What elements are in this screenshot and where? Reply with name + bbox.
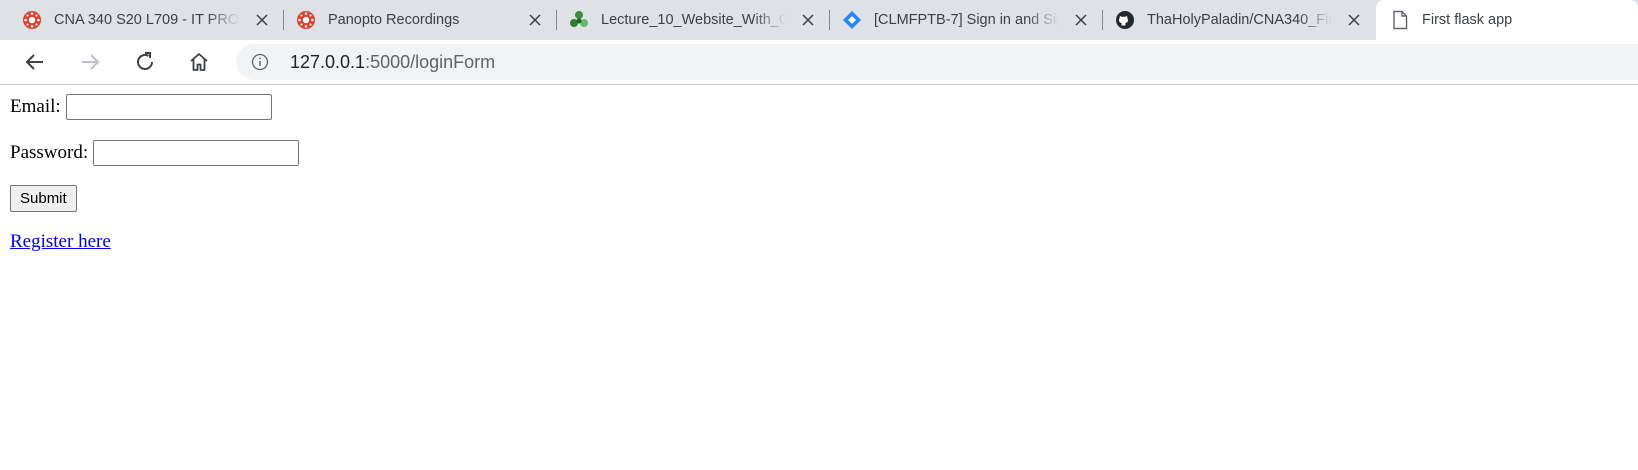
password-row: Password: — [10, 140, 300, 166]
tab-title: Lecture_10_Website_With_Charts — [601, 12, 786, 28]
submit-button[interactable]: Submit — [10, 185, 77, 212]
register-link[interactable]: Register here — [10, 231, 111, 253]
tab-title: Panopto Recordings — [328, 12, 460, 28]
email-row: Email: — [10, 94, 272, 120]
info-icon[interactable] — [250, 52, 270, 72]
tab-panopto[interactable]: Panopto Recordings — [284, 0, 557, 40]
email-field[interactable] — [65, 94, 272, 120]
address-bar[interactable]: 127.0.0.1:5000/loginForm — [236, 44, 1638, 80]
url-text[interactable]: 127.0.0.1:5000/loginForm — [290, 51, 495, 73]
back-arrow-icon[interactable] — [19, 46, 51, 78]
tab-title: [CLMFPTB-7] Sign in and Sign up — [874, 12, 1059, 28]
document-icon — [1390, 10, 1410, 30]
page-content: Email: Password: Submit Register here — [0, 85, 1638, 470]
forward-arrow-icon[interactable] — [74, 46, 106, 78]
tab-jira[interactable]: [CLMFPTB-7] Sign in and Sign up — [830, 0, 1103, 40]
tab-strip: CNA 340 S20 L709 - IT PROJECT Panopto Re… — [0, 0, 1638, 40]
password-field[interactable] — [93, 140, 300, 166]
tab-github[interactable]: ThaHolyPaladin/CNA340_Final — [1103, 0, 1376, 40]
close-tab-icon[interactable] — [1346, 12, 1362, 28]
tab-title: CNA 340 S20 L709 - IT PROJECT — [54, 12, 240, 28]
tab-title: First flask app — [1422, 12, 1513, 28]
close-tab-icon[interactable] — [1073, 12, 1089, 28]
close-tab-icon[interactable] — [254, 12, 270, 28]
reload-icon[interactable] — [129, 46, 161, 78]
url-host: 127.0.0.1 — [290, 52, 366, 72]
url-path: :5000/loginForm — [365, 52, 496, 72]
canvas-logo-icon — [22, 10, 42, 30]
green-cluster-icon — [569, 10, 589, 30]
canvas-logo-icon — [296, 10, 316, 30]
password-label: Password: — [10, 142, 89, 163]
home-icon[interactable] — [183, 46, 215, 78]
submit-row: Submit — [10, 185, 77, 212]
tab-first-flask-app[interactable]: First flask app — [1376, 0, 1638, 40]
tab-title: ThaHolyPaladin/CNA340_Final — [1147, 12, 1332, 28]
close-tab-icon[interactable] — [527, 12, 543, 28]
email-label: Email: — [10, 96, 61, 117]
close-tab-icon[interactable] — [800, 12, 816, 28]
github-icon — [1115, 10, 1135, 30]
tab-cna340[interactable]: CNA 340 S20 L709 - IT PROJECT — [0, 0, 284, 40]
tab-lecture10[interactable]: Lecture_10_Website_With_Charts — [557, 0, 830, 40]
browser-toolbar: 127.0.0.1:5000/loginForm — [0, 40, 1638, 85]
jira-diamond-icon — [842, 10, 862, 30]
